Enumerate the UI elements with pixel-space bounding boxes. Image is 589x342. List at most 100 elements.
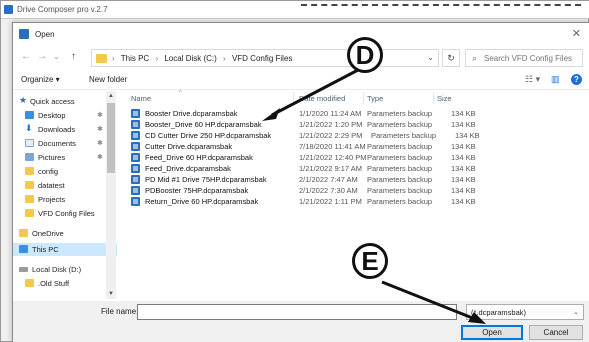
sort-ascending-icon: ^ <box>179 90 182 96</box>
dialog-titlebar: Open ✕ <box>13 23 589 45</box>
pin-icon: ✱ <box>97 154 103 161</box>
sidebar-item-pictures[interactable]: Pictures ✱ <box>13 151 117 164</box>
back-arrow-icon[interactable]: ← <box>21 51 31 62</box>
help-icon[interactable]: ? <box>571 74 582 85</box>
drive-icon <box>19 267 28 272</box>
sidebar-item-documents[interactable]: Documents ✱ <box>13 137 117 150</box>
app-icon <box>4 5 13 14</box>
navigation-scrollbar[interactable]: ▲ ▼ <box>106 91 116 299</box>
dcparamsbak-file-icon <box>131 120 140 129</box>
scroll-down-icon[interactable]: ▼ <box>108 291 114 297</box>
file-date: 1/21/2022 1:20 PM <box>299 120 363 129</box>
organize-button[interactable]: Organize ▾ <box>21 75 60 84</box>
table-row[interactable]: Cutter Drive.dcparamsbak 7/18/2020 11:41… <box>121 141 481 152</box>
column-header-date-modified[interactable]: Date modified <box>299 94 345 103</box>
file-date: 2/1/2022 7:47 AM <box>299 175 358 184</box>
breadcrumb-local-disk-c[interactable]: Local Disk (C:) <box>164 54 216 63</box>
column-header-size[interactable]: Size <box>437 94 452 103</box>
sidebar-item-onedrive[interactable]: OneDrive <box>13 227 117 240</box>
file-date: 1/21/2022 2:29 PM <box>299 131 363 140</box>
file-name: Feed_Drive 60 HP.dcparamsbak <box>145 153 253 162</box>
sidebar-item-this-pc[interactable]: This PC <box>13 243 117 256</box>
sidebar-item-quick-access[interactable]: ★ Quick access <box>13 95 117 108</box>
file-date: 7/18/2020 11:41 AM <box>299 142 366 151</box>
file-name-input[interactable] <box>137 304 457 320</box>
table-row[interactable]: Return_Drive 60 HP.dcparamsbak 1/21/2022… <box>121 196 481 207</box>
file-size: 134 KB <box>451 164 476 173</box>
dialog-app-icon <box>19 29 29 39</box>
sidebar-item-local-disk-d[interactable]: Local Disk (D:) <box>13 263 117 276</box>
sidebar-item-config[interactable]: config <box>13 165 117 178</box>
preview-pane-icon[interactable]: ▥ <box>551 74 560 85</box>
folder-icon <box>19 229 28 237</box>
cancel-button[interactable]: Cancel <box>529 325 583 340</box>
file-type: Parameters backup <box>367 120 433 129</box>
sidebar-item-projects[interactable]: Projects <box>13 193 117 206</box>
toolbar: Organize ▾ New folder ☷ ▾ ▥ ? <box>13 70 589 90</box>
scrollbar-thumb[interactable] <box>107 103 115 173</box>
file-type: Parameters backup <box>367 197 433 206</box>
column-headers: Name ^ Date modified Type Size <box>121 90 589 105</box>
dcparamsbak-file-icon <box>131 197 140 206</box>
close-icon[interactable]: ✕ <box>572 27 581 40</box>
sidebar-item-old-stuff[interactable]: .Old Stuff <box>13 277 117 290</box>
forward-arrow-icon[interactable]: → <box>37 51 47 62</box>
sidebar-item-label: Local Disk (D:) <box>32 265 82 274</box>
file-date: 1/21/2022 12:40 PM <box>299 153 367 162</box>
sidebar-item-label: datatest <box>38 181 65 190</box>
table-row[interactable]: Feed_Drive 60 HP.dcparamsbak 1/21/2022 1… <box>121 152 481 163</box>
table-row[interactable]: Booster Drive.dcparamsbak 1/1/2020 11:24… <box>121 108 481 119</box>
recent-dropdown-icon[interactable]: ⌄ <box>53 52 60 61</box>
file-type: Parameters backup <box>367 175 433 184</box>
file-size: 134 KB <box>455 131 480 140</box>
sidebar-item-label: config <box>38 167 59 176</box>
breadcrumb-vfd-config-files[interactable]: VFD Config Files <box>232 54 292 63</box>
address-bar[interactable]: › This PC › Local Disk (C:) › VFD Config… <box>91 49 439 67</box>
file-type: Parameters backup <box>371 131 437 140</box>
sidebar-item-downloads[interactable]: ⬇ Downloads ✱ <box>13 123 117 136</box>
file-type: Parameters backup <box>367 142 433 151</box>
file-date: 2/1/2022 7:30 AM <box>299 186 358 195</box>
search-box[interactable]: ⌕ <box>465 49 583 67</box>
scroll-up-icon[interactable]: ▲ <box>108 93 114 99</box>
open-button[interactable]: Open <box>461 325 523 340</box>
column-divider[interactable] <box>293 93 294 104</box>
file-name: Booster_Drive 60 HP.dcparamsbak <box>145 120 262 129</box>
table-row[interactable]: PD Mid #1 Drive 75HP.dcparamsbak 2/1/202… <box>121 174 481 185</box>
file-size: 134 KB <box>451 186 476 195</box>
file-type-filter-value: (*.dcparamsbak) <box>471 308 527 317</box>
column-divider[interactable] <box>363 93 364 104</box>
table-row[interactable]: Feed_Drive.dcparamsbak 1/21/2022 9:17 AM… <box>121 163 481 174</box>
search-input[interactable] <box>484 52 580 64</box>
file-name-dropdown-icon[interactable]: ⌄ <box>459 308 465 316</box>
file-date: 1/21/2022 1:11 PM <box>299 197 362 206</box>
address-dropdown-icon[interactable]: ⌄ <box>427 53 434 62</box>
column-header-type[interactable]: Type <box>367 94 383 103</box>
file-name: PD Mid #1 Drive 75HP.dcparamsbak <box>145 175 267 184</box>
table-row[interactable]: Booster_Drive 60 HP.dcparamsbak 1/21/202… <box>121 119 481 130</box>
file-size: 134 KB <box>451 109 476 118</box>
sidebar-item-vfd-config-files[interactable]: VFD Config Files <box>13 207 117 220</box>
table-row[interactable]: PDBooster 75HP.dcparamsbak 2/1/2022 7:30… <box>121 185 481 196</box>
desktop-icon <box>25 111 34 119</box>
file-type-filter-select[interactable]: (*.dcparamsbak) ⌄ <box>466 304 584 320</box>
sidebar-item-label: Documents <box>38 139 76 148</box>
refresh-icon[interactable]: ↻ <box>442 49 460 67</box>
new-folder-button[interactable]: New folder <box>89 75 127 84</box>
dcparamsbak-file-icon <box>131 109 140 118</box>
file-name: Return_Drive 60 HP.dcparamsbak <box>145 197 259 206</box>
sidebar-item-label: Desktop <box>38 111 66 120</box>
sidebar-item-label: Pictures <box>38 153 66 162</box>
chevron-down-icon: ⌄ <box>573 309 579 316</box>
table-row[interactable]: CD Cutter Drive 250 HP.dcparamsbak 1/21/… <box>121 130 481 141</box>
sidebar-item-desktop[interactable]: Desktop ✱ <box>13 109 117 122</box>
view-options-icon[interactable]: ☷ ▾ <box>525 74 540 85</box>
column-header-name[interactable]: Name <box>131 94 151 103</box>
breadcrumb-this-pc[interactable]: This PC <box>121 54 149 63</box>
app-titlebar: Drive Composer pro v.2.7 <box>1 1 589 19</box>
pin-icon: ✱ <box>97 140 103 147</box>
column-divider[interactable] <box>433 93 434 104</box>
star-icon: ★ <box>19 95 28 105</box>
up-arrow-icon[interactable]: ↑ <box>71 51 76 62</box>
sidebar-item-datatest[interactable]: datatest <box>13 179 117 192</box>
